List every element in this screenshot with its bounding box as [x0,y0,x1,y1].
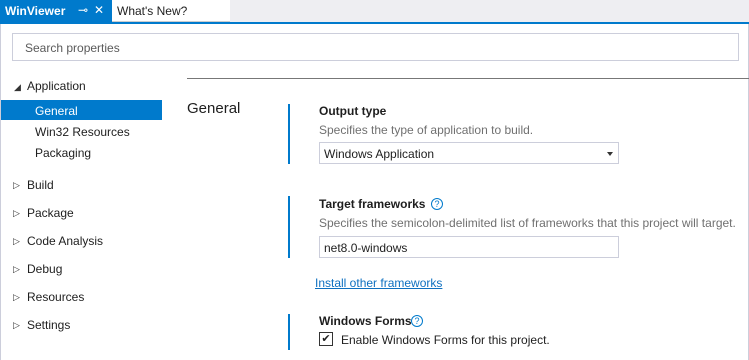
output-type-title: Output type [319,104,387,118]
tab-winviewer-label: WinViewer [5,4,66,18]
help-icon[interactable]: ? [431,198,443,210]
tab-winviewer[interactable]: WinViewer ⊸ ✕ [0,0,112,22]
close-icon[interactable]: ✕ [94,3,104,17]
tab-whats-new[interactable]: What's New? [112,0,230,22]
sidebar-item-packaging[interactable]: Packaging [35,146,91,160]
expanded-arrow-icon[interactable]: ◢ [14,82,21,93]
target-frameworks-description: Specifies the semicolon-delimited list o… [319,216,736,230]
output-type-value: Windows Application [324,147,435,161]
collapsed-arrow-icon[interactable]: ▷ [13,264,20,275]
collapsed-arrow-icon[interactable]: ▷ [13,180,20,191]
collapsed-arrow-icon[interactable]: ▷ [13,236,20,247]
install-frameworks-link[interactable]: Install other frameworks [315,276,442,290]
sidebar-item-win32-resources[interactable]: Win32 Resources [35,125,130,139]
help-icon[interactable]: ? [411,315,423,327]
sidebar-item-package[interactable]: Package [27,206,74,220]
sidebar-item-build[interactable]: Build [27,178,54,192]
property-accent-bar [288,104,290,164]
enable-windows-forms-checkbox[interactable]: ✔ [319,332,333,346]
search-placeholder: Search properties [25,41,120,55]
properties-page: Search properties ◢ Application General … [0,24,749,360]
output-type-select[interactable]: Windows Application [319,142,619,164]
enable-windows-forms-label[interactable]: Enable Windows Forms for this project. [341,333,550,347]
sidebar-item-code-analysis[interactable]: Code Analysis [27,234,103,248]
windows-forms-title: Windows Forms [319,314,412,328]
output-type-description: Specifies the type of application to bui… [319,123,534,137]
pin-icon[interactable]: ⊸ [78,3,88,17]
collapsed-arrow-icon[interactable]: ▷ [13,292,20,303]
document-tab-strip: WinViewer ⊸ ✕ What's New? [0,0,749,22]
sidebar-item-general[interactable]: General [35,104,78,118]
sidebar-item-settings[interactable]: Settings [27,318,70,332]
property-accent-bar [288,314,290,350]
collapsed-arrow-icon[interactable]: ▷ [13,208,20,219]
section-divider [187,78,749,79]
collapsed-arrow-icon[interactable]: ▷ [13,320,20,331]
sidebar-selection-highlight [1,100,162,120]
search-input[interactable]: Search properties [12,33,739,61]
sidebar-item-resources[interactable]: Resources [27,290,84,304]
target-frameworks-title: Target frameworks [319,197,426,211]
target-frameworks-input[interactable]: net8.0-windows [319,236,619,258]
target-frameworks-value: net8.0-windows [324,241,408,255]
tab-whats-new-label: What's New? [117,4,188,18]
sidebar-item-application[interactable]: Application [27,79,86,93]
chevron-down-icon [607,152,613,156]
page-title: General [187,100,241,117]
sidebar-item-debug[interactable]: Debug [27,262,62,276]
property-accent-bar [288,196,290,258]
